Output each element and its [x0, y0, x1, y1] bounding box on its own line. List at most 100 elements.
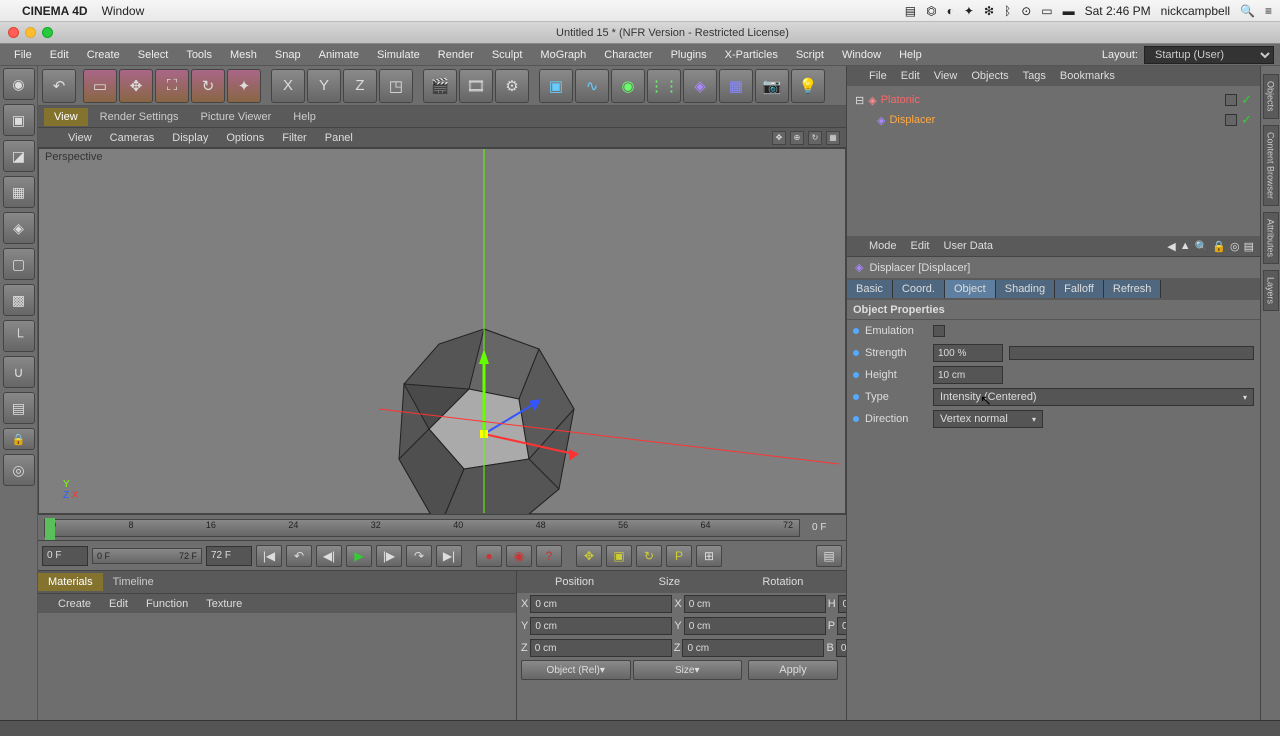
flag-icon[interactable]: ▬ — [1063, 4, 1075, 18]
menu-animate[interactable]: Animate — [311, 47, 367, 63]
tab-falloff[interactable]: Falloff — [1055, 280, 1104, 298]
tree-node-platonic[interactable]: ⊟ ◈ Platonic ✓ — [855, 90, 1252, 110]
notifications-icon[interactable]: ≡ — [1265, 4, 1272, 18]
airplay-icon[interactable]: ▭ — [1041, 4, 1052, 18]
mac-menu-window[interactable]: Window — [102, 4, 145, 18]
sidetab-layers[interactable]: Layers — [1263, 270, 1279, 311]
tab-help[interactable]: Help — [283, 108, 326, 126]
vp-filter[interactable]: Filter — [282, 132, 306, 144]
model-icon[interactable]: ▢ — [3, 248, 35, 280]
go-start-icon[interactable]: |◀ — [256, 545, 282, 567]
sidetab-content[interactable]: Content Browser — [1263, 125, 1279, 206]
spline-icon[interactable]: ∿ — [575, 69, 609, 103]
menubar-icon[interactable]: ✦ — [964, 4, 974, 18]
menu-simulate[interactable]: Simulate — [369, 47, 428, 63]
tab-refresh[interactable]: Refresh — [1104, 280, 1162, 298]
key-rot-icon[interactable]: ↻ — [636, 545, 662, 567]
am-mode[interactable]: Mode — [869, 240, 897, 252]
username[interactable]: nickcampbell — [1161, 4, 1230, 18]
menubar-icon[interactable]: ⏣ — [926, 4, 936, 18]
close-icon[interactable] — [8, 27, 19, 38]
minimize-icon[interactable] — [25, 27, 36, 38]
rotate-tool-icon[interactable]: ↻ — [191, 69, 225, 103]
array-icon[interactable]: ⋮⋮ — [647, 69, 681, 103]
poly-icon[interactable]: ▦ — [3, 176, 35, 208]
x-axis-icon[interactable]: X — [271, 69, 305, 103]
menu-mesh[interactable]: Mesh — [222, 47, 265, 63]
move-tool-icon[interactable]: ✥ — [119, 69, 153, 103]
back-icon[interactable]: ◀ — [1167, 240, 1175, 253]
coord-system-icon[interactable]: ◳ — [379, 69, 413, 103]
am-edit[interactable]: Edit — [911, 240, 930, 252]
dope-icon[interactable]: ▤ — [816, 545, 842, 567]
vp-display[interactable]: Display — [172, 132, 208, 144]
edge-icon[interactable]: ◪ — [3, 140, 35, 172]
app-name[interactable]: CINEMA 4D — [22, 4, 88, 18]
tab-coord[interactable]: Coord. — [893, 280, 945, 298]
menu-script[interactable]: Script — [788, 47, 832, 63]
viewport[interactable]: Perspective — [38, 148, 846, 514]
key-pla-icon[interactable]: ⊞ — [696, 545, 722, 567]
environment-icon[interactable]: ▦ — [719, 69, 753, 103]
menu-mograph[interactable]: MoGraph — [532, 47, 594, 63]
up-icon[interactable]: ▲ — [1180, 240, 1191, 253]
new-icon[interactable]: ◎ — [1230, 240, 1240, 253]
type-select[interactable]: Intensity (Centered)▾ — [933, 388, 1254, 406]
menu-select[interactable]: Select — [130, 47, 177, 63]
maximize-icon[interactable] — [42, 27, 53, 38]
prev-frame-icon[interactable]: ◀| — [316, 545, 342, 567]
emulation-checkbox[interactable] — [933, 325, 945, 337]
render-pv-icon[interactable]: 🎞 — [459, 69, 493, 103]
cube-primitive-icon[interactable]: ▣ — [539, 69, 573, 103]
om-bookmarks[interactable]: Bookmarks — [1060, 70, 1115, 82]
pos-x-field[interactable] — [530, 595, 672, 613]
spotlight-icon[interactable]: 🔍 — [1240, 4, 1255, 18]
deformer-icon[interactable]: ◈ — [683, 69, 717, 103]
sidetab-objects[interactable]: Objects — [1263, 74, 1279, 119]
mat-create[interactable]: Create — [58, 598, 91, 610]
enable-toggle[interactable]: ✓ — [1241, 112, 1252, 128]
vp-nav-icon[interactable]: ✥ — [772, 131, 786, 145]
pos-z-field[interactable] — [530, 639, 672, 657]
timeline-track[interactable]: 0 8 16 24 32 40 48 56 64 72 — [44, 519, 800, 537]
om-file[interactable]: File — [869, 70, 887, 82]
tab-view[interactable]: View — [44, 108, 88, 126]
play-icon[interactable]: ▶ — [346, 545, 372, 567]
menubar-icon[interactable]: ❇ — [984, 4, 994, 18]
vp-nav-icon[interactable]: ↻ — [808, 131, 822, 145]
om-tags[interactable]: Tags — [1023, 70, 1046, 82]
coord-size-select[interactable]: Size ▾ — [633, 660, 743, 680]
menu-help[interactable]: Help — [891, 47, 930, 63]
om-objects[interactable]: Objects — [971, 70, 1008, 82]
menu-plugins[interactable]: Plugins — [663, 47, 715, 63]
range-start-field[interactable] — [42, 546, 88, 566]
select-tool-icon[interactable]: ▭ — [83, 69, 117, 103]
om-edit[interactable]: Edit — [901, 70, 920, 82]
menubar-icon[interactable]: ◐ — [947, 4, 954, 18]
key-scale-icon[interactable]: ▣ — [606, 545, 632, 567]
menubar-icon[interactable]: ▤ — [905, 4, 916, 18]
tab-basic[interactable]: Basic — [847, 280, 893, 298]
tab-render-settings[interactable]: Render Settings — [90, 108, 189, 126]
materials-area[interactable] — [38, 613, 516, 720]
expand-icon[interactable]: ⊟ — [855, 94, 864, 107]
camera-icon[interactable]: 📷 — [755, 69, 789, 103]
wifi-icon[interactable]: ⊙ — [1021, 4, 1031, 18]
scale-tool-icon[interactable]: ⛶ — [155, 69, 189, 103]
vp-options[interactable]: Options — [226, 132, 264, 144]
size-x-field[interactable] — [684, 595, 826, 613]
menu-window[interactable]: Window — [834, 47, 889, 63]
timeline[interactable]: 0 8 16 24 32 40 48 56 64 72 0 F — [38, 514, 846, 540]
visibility-toggle[interactable] — [1225, 114, 1237, 126]
scrub-bar[interactable]: 0 F72 F — [92, 548, 202, 564]
object-tree[interactable]: ⊟ ◈ Platonic ✓ ◈ Displacer ✓ — [847, 86, 1260, 236]
menu-tools[interactable]: Tools — [178, 47, 220, 63]
tree-node-displacer[interactable]: ◈ Displacer ✓ — [855, 110, 1252, 130]
visibility-toggle[interactable] — [1225, 94, 1237, 106]
menu-character[interactable]: Character — [596, 47, 660, 63]
render-settings-icon[interactable]: ⚙ — [495, 69, 529, 103]
vp-panel[interactable]: Panel — [325, 132, 353, 144]
strength-field[interactable] — [933, 344, 1003, 362]
misc-icon[interactable]: ◎ — [3, 454, 35, 486]
mat-function[interactable]: Function — [146, 598, 188, 610]
